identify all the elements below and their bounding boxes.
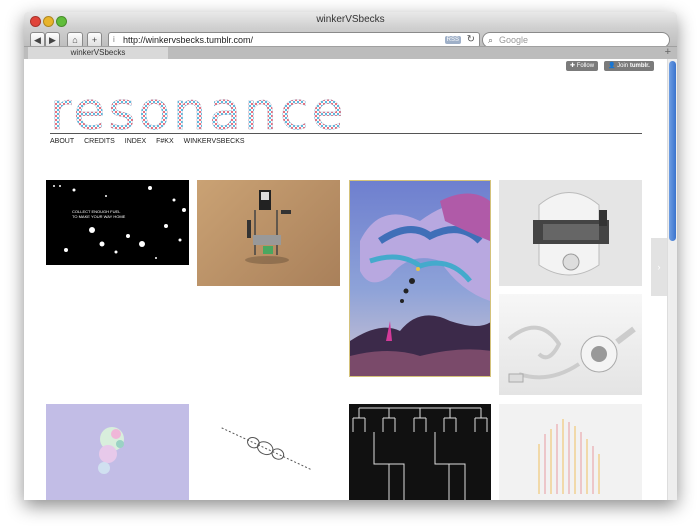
header-rule: [50, 133, 642, 134]
blob-image: [98, 427, 124, 474]
sketch-image: [221, 427, 313, 471]
post-tile-robot[interactable]: [197, 180, 340, 286]
space-game-image: COLLECT ENOUGH FUEL TO MAKE YOUR WAY HOM…: [53, 185, 186, 259]
robot-image: [245, 190, 291, 264]
tree-image: [352, 407, 488, 500]
page-content: ✚ Follow 👤 Join tumblr. resonance ABOUT …: [24, 59, 677, 500]
browser-window: winkerVSbecks ◀ ▶ ⌂ + i http://winkervsb…: [24, 12, 677, 500]
title-bar: winkerVSbecks: [24, 12, 677, 28]
rss-badge[interactable]: RSS: [444, 36, 461, 44]
new-tab-button[interactable]: +: [665, 46, 671, 58]
back-icon: ◀: [34, 35, 41, 45]
nav-winkervsbecks[interactable]: WINKERVSBECKS: [184, 138, 245, 145]
post-tile-sculpture[interactable]: [499, 294, 642, 395]
post-tile-pattern[interactable]: [499, 404, 642, 500]
url-text: http://winkervsbecks.tumblr.com/: [123, 35, 254, 45]
window-title: winkerVSbecks: [316, 14, 385, 25]
reload-icon[interactable]: ↻: [467, 33, 475, 47]
tab-bar: winkerVSbecks +: [24, 46, 677, 59]
post-tile-blob[interactable]: [46, 404, 189, 500]
tumblr-follow-button[interactable]: ✚ Follow: [566, 61, 599, 71]
nav-credits[interactable]: CREDITS: [84, 138, 115, 145]
search-icon: ⌕: [488, 35, 494, 45]
tumblr-join-button[interactable]: 👤 Join tumblr.: [604, 61, 654, 71]
tab-winkervsbecks[interactable]: winkerVSbecks: [28, 47, 168, 59]
post-tile-illustration[interactable]: [349, 180, 491, 377]
tumblr-brand: tumblr.: [629, 63, 650, 69]
home-icon: ⌂: [72, 35, 78, 45]
sculpture-image: [507, 325, 636, 383]
follow-label: Follow: [576, 63, 595, 69]
post-tile-tree[interactable]: [349, 404, 491, 500]
game-caption-2: TO MAKE YOUR WAY HOME: [72, 214, 126, 219]
forward-icon: ▶: [49, 35, 56, 45]
nav-about[interactable]: ABOUT: [50, 138, 74, 145]
info-icon: i: [113, 35, 115, 44]
next-page-tab[interactable]: ›: [651, 238, 667, 296]
post-tile-sketch[interactable]: [197, 404, 340, 500]
nav-index[interactable]: INDEX: [125, 138, 146, 145]
join-label: Join: [617, 63, 629, 69]
add-icon: +: [91, 35, 98, 45]
device-image: [533, 192, 609, 276]
site-logo[interactable]: resonance: [50, 86, 347, 138]
vertical-scrollbar[interactable]: [667, 59, 677, 500]
illustration-image: [350, 193, 490, 376]
pattern-image: [538, 419, 600, 494]
search-placeholder: Google: [499, 35, 529, 45]
post-tile-space-game[interactable]: COLLECT ENOUGH FUEL TO MAKE YOUR WAY HOM…: [46, 180, 189, 265]
scrollbar-thumb[interactable]: [669, 61, 676, 241]
nav-fkx[interactable]: F#KX: [156, 138, 174, 145]
post-tile-device[interactable]: [499, 180, 642, 286]
site-nav: ABOUT CREDITS INDEX F#KX WINKERVSBECKS: [50, 138, 253, 145]
